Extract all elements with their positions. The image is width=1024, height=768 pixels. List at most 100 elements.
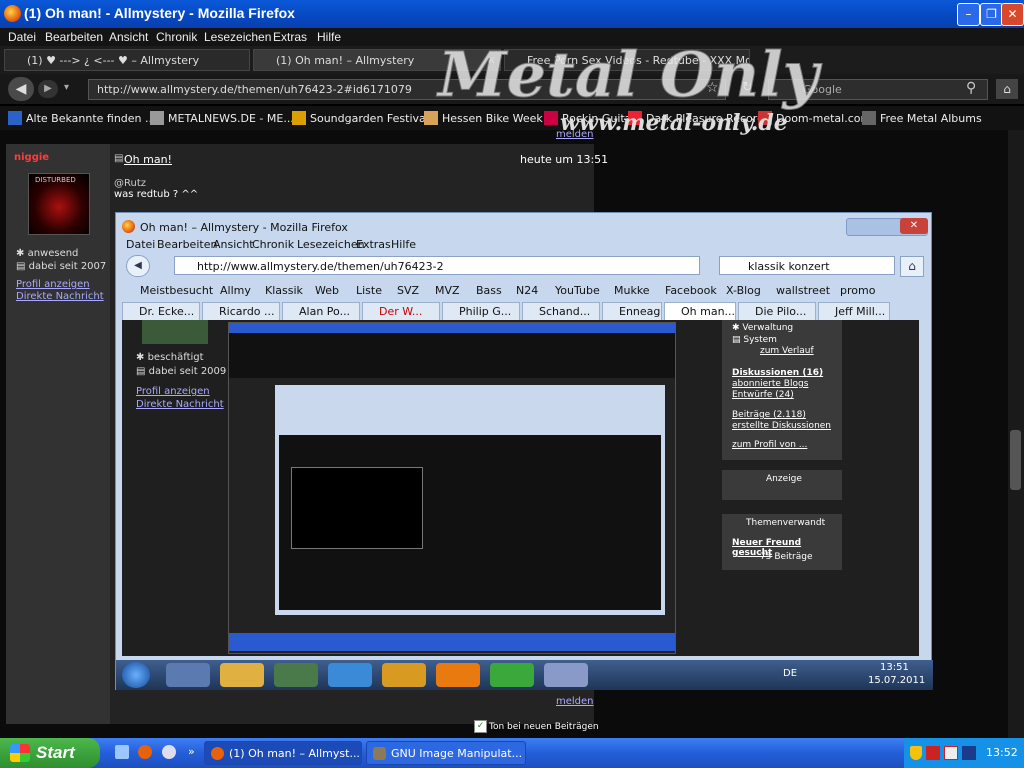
bookmark-item[interactable]: METALNEWS.DE - ME... bbox=[150, 111, 294, 125]
nested-taskbar bbox=[229, 633, 675, 651]
inner-menu-item: Lesezeichen bbox=[297, 238, 365, 251]
inner-menu-item: Ansicht bbox=[213, 238, 254, 251]
inner-bookmark: Bass bbox=[476, 284, 502, 297]
back-button[interactable]: ◀ bbox=[8, 77, 34, 101]
post-title-icon: ▤ bbox=[114, 153, 124, 164]
inner-folder-icon bbox=[220, 663, 264, 687]
report-link-bottom[interactable]: melden bbox=[556, 696, 594, 707]
window-titlebar: (1) Oh man! - Allmystery - Mozilla Firef… bbox=[0, 0, 1024, 28]
menu-bearbeiten[interactable]: Bearbeiten bbox=[45, 30, 103, 44]
inner-search-box: klassik konzert bbox=[719, 256, 895, 275]
shield-icon[interactable] bbox=[910, 746, 922, 760]
reload-icon[interactable]: ↻ bbox=[742, 80, 753, 95]
inner-message-link: Direkte Nachricht bbox=[136, 399, 224, 410]
maximize-button[interactable]: ❐ bbox=[980, 3, 1003, 26]
taskbar-item-gimp[interactable]: GNU Image Manipulat... bbox=[366, 741, 526, 765]
inner-paint-icon bbox=[544, 663, 588, 687]
inner-icq-icon bbox=[490, 663, 534, 687]
avatar: DISTURBED bbox=[28, 173, 90, 235]
report-link[interactable]: melden bbox=[556, 129, 594, 140]
url-input[interactable]: http://www.allmystery.de/themen/uh76423-… bbox=[88, 79, 726, 100]
sound-label: Ton bei neuen Beiträgen bbox=[489, 722, 599, 732]
tab-close-icon[interactable]: ✕ bbox=[487, 50, 496, 70]
inner-bookmark: Facebook bbox=[665, 284, 717, 297]
network-icon[interactable] bbox=[926, 746, 940, 760]
inner-tab: Enneagr... bbox=[602, 302, 662, 321]
quicklaunch-desktop-icon[interactable] bbox=[115, 745, 129, 759]
bookmark-item[interactable]: Hessen Bike Week bbox=[424, 111, 543, 125]
inner-bookmark: Klassik bbox=[265, 284, 303, 297]
inner-close-icon: ✕ bbox=[900, 218, 928, 234]
bookmark-star-icon[interactable]: ☆ bbox=[706, 80, 719, 96]
security-icon[interactable] bbox=[944, 746, 958, 760]
inner-since: ▤ dabei seit 2009 bbox=[136, 366, 227, 377]
close-button[interactable]: ✕ bbox=[1001, 3, 1024, 26]
direct-message-link[interactable]: Direkte Nachricht bbox=[16, 291, 104, 302]
inner-right-sidebar: ✱ Verwaltung ▤ System zum Verlauf Diskus… bbox=[722, 320, 842, 460]
inner-tab: Ricardo ... bbox=[202, 302, 280, 321]
inner-bookmark: X-Blog bbox=[726, 284, 761, 297]
quicklaunch-firefox-icon[interactable] bbox=[138, 745, 152, 759]
search-input[interactable]: Google bbox=[768, 79, 988, 100]
bookmark-icon bbox=[862, 111, 876, 125]
menu-ansicht[interactable]: Ansicht bbox=[109, 30, 148, 44]
firefox-icon bbox=[4, 5, 21, 22]
clock[interactable]: 13:52 bbox=[986, 746, 1018, 759]
monitor-icon[interactable] bbox=[962, 746, 976, 760]
post-title[interactable]: Oh man! bbox=[124, 153, 172, 166]
bookmark-item[interactable]: Alte Bekannte finden ... bbox=[8, 111, 156, 125]
menu-datei[interactable]: Datei bbox=[8, 30, 36, 44]
bookmark-item[interactable]: Free Metal Albums bbox=[862, 111, 982, 125]
username[interactable]: niggie bbox=[14, 152, 49, 163]
inner-bookmark: Meistbesucht bbox=[140, 284, 214, 297]
profile-link[interactable]: Profil anzeigen bbox=[16, 279, 90, 290]
tab-oh-man[interactable]: (1) Oh man! – Allmystery ✕ bbox=[253, 49, 501, 71]
post-time: heute um 13:51 bbox=[520, 153, 609, 166]
to-profile-link: zum Profil von ... bbox=[732, 440, 808, 450]
bookmark-item[interactable]: Dark Pleasure Record bbox=[628, 111, 764, 125]
inner-menu-item: Datei bbox=[126, 238, 156, 251]
bookmark-item[interactable]: Doom-metal.com bbox=[758, 111, 871, 125]
taskbar-item-label: GNU Image Manipulat... bbox=[391, 747, 523, 760]
inner-menu-item: Bearbeiten bbox=[157, 238, 218, 251]
sound-checkbox[interactable]: ✓ bbox=[474, 720, 487, 733]
system-link: ▤ System bbox=[732, 335, 777, 345]
bookmark-icon bbox=[8, 111, 22, 125]
search-icon[interactable]: ⚲ bbox=[966, 80, 976, 96]
menu-hilfe[interactable]: Hilfe bbox=[317, 30, 341, 44]
taskbar-item-firefox[interactable]: (1) Oh man! – Allmyst... bbox=[204, 741, 362, 765]
nested-toolbar bbox=[229, 333, 675, 378]
forward-button[interactable]: ▶ bbox=[38, 80, 58, 98]
page-scrollbar[interactable] bbox=[1008, 130, 1024, 738]
inner-bookmark: SVZ bbox=[397, 284, 420, 297]
firefox-icon bbox=[211, 747, 224, 760]
scroll-thumb[interactable] bbox=[1010, 430, 1021, 490]
ad-box: Anzeige bbox=[722, 470, 842, 500]
start-button[interactable]: Start bbox=[0, 738, 100, 768]
menu-extras[interactable]: Extras bbox=[273, 30, 307, 44]
gimp-icon bbox=[373, 747, 386, 760]
created-link: erstellte Diskussionen bbox=[732, 421, 832, 431]
home-icon[interactable]: ⌂ bbox=[996, 79, 1018, 99]
menu-chronik[interactable]: Chronik bbox=[156, 30, 197, 44]
bookmark-item[interactable]: Soundgarden Festival bbox=[292, 111, 429, 125]
menu-bar: Datei Bearbeiten Ansicht Chronik Lesezei… bbox=[0, 28, 1024, 46]
system-tray: 13:52 bbox=[904, 738, 1024, 768]
dropdown-chevron-icon[interactable]: ▾ bbox=[64, 82, 69, 93]
quicklaunch-media-icon[interactable] bbox=[162, 745, 176, 759]
tab-heart[interactable]: (1) ♥ ---> ¿ <--- ♥ – Allmystery bbox=[4, 49, 250, 71]
menu-lesezeichen[interactable]: Lesezeichen bbox=[204, 30, 271, 44]
quicklaunch-expand-icon[interactable]: » bbox=[188, 745, 195, 758]
bookmark-icon bbox=[150, 111, 164, 125]
member-since: ▤ dabei seit 2007 bbox=[16, 261, 107, 272]
bookmark-item[interactable]: Rockin Guitar bbox=[544, 111, 636, 125]
inner-tray-time: 13:51 bbox=[880, 662, 909, 673]
tab-redtube[interactable]: Free Porn Sex Videos - Redtube - XXX Mo.… bbox=[504, 49, 750, 71]
inner-tray-date: 15.07.2011 bbox=[868, 675, 926, 686]
minimize-button[interactable]: – bbox=[957, 3, 980, 26]
firefox-icon bbox=[122, 220, 135, 233]
start-label: Start bbox=[36, 743, 75, 762]
inner-bookmark: Web bbox=[315, 284, 339, 297]
taskbar-item-label: (1) Oh man! – Allmyst... bbox=[229, 747, 360, 760]
related-count: 75 Beiträge bbox=[760, 552, 813, 562]
